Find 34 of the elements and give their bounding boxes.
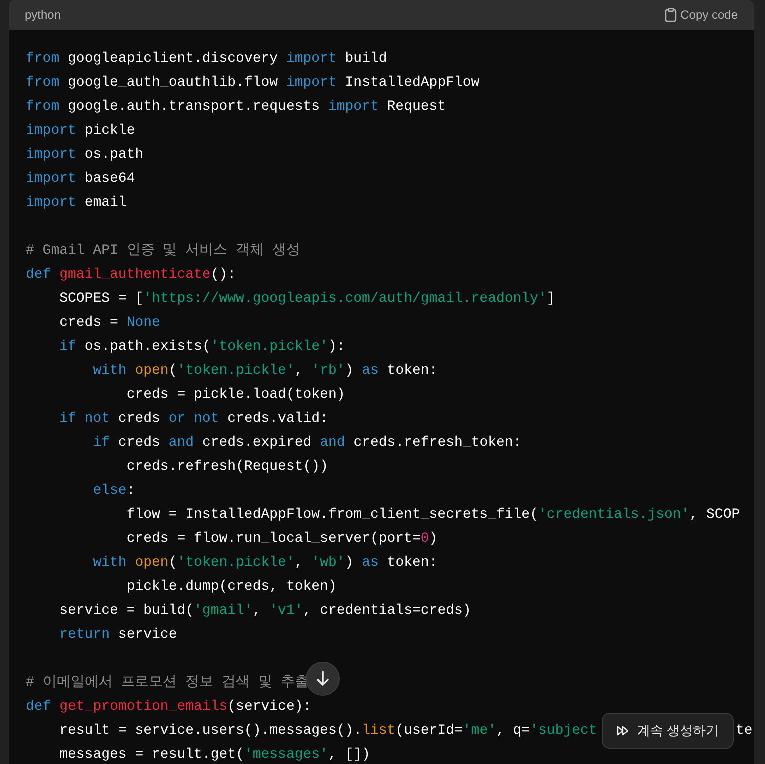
code-line: messages = result.get('messages', []) — [58, 746, 370, 764]
code-line: SCOPES = ['https://www.googleapis.com/auth/gmail.readonly'] — [58, 290, 556, 309]
code-line: from google.auth.transport.requests import Request — [26, 98, 446, 117]
code-line: if creds and creds.expired and creds.refresh_token: — [92, 434, 522, 453]
code-line: import pickle — [26, 122, 136, 141]
copy-code-button[interactable]: Copy code — [664, 6, 738, 24]
code-line: pickle.dump(creds, token) — [126, 578, 337, 597]
code-line: creds = None — [58, 314, 160, 333]
fast-forward-icon — [617, 726, 630, 736]
clipboard-icon — [664, 8, 677, 22]
code-line: def get_promotion_emails(service): — [26, 698, 312, 717]
code-line: # 이메일에서 프로모션 정보 검색 및 추출 — [26, 674, 309, 693]
code-line: flow = InstalledAppFlow.from_client_secrets_file('credentials.json', SCOP — [126, 506, 740, 525]
code-line: if os.path.exists('token.pickle'): — [58, 338, 346, 357]
code-line: with open('token.pickle', 'rb') as token: — [92, 362, 438, 381]
code-line: import os.path — [26, 146, 144, 165]
code-line: def gmail_authenticate(): — [26, 266, 236, 285]
code-line: # Gmail API 인증 및 서비스 객체 생성 — [26, 242, 300, 261]
scroll-down-button[interactable] — [306, 662, 340, 696]
code-line: return service — [58, 626, 178, 645]
code-line: if not creds or not creds.valid: — [58, 410, 328, 429]
code-line: from google_auth_oauthlib.flow import InstalledAppFlow — [26, 74, 480, 93]
code-line: from googleapiclient.discovery import build — [26, 50, 388, 69]
language-label: python — [25, 8, 62, 22]
code-line: creds = pickle.load(token) — [126, 386, 346, 405]
code-line: with open('token.pickle', 'wb') as token: — [92, 554, 438, 573]
continue-generating-button[interactable]: 계속 생성하기 — [602, 713, 734, 749]
code-line: creds = flow.run_local_server(port=0) — [126, 530, 438, 549]
code-line: import base64 — [26, 170, 136, 189]
code-line: import email — [26, 194, 127, 213]
code-line: creds.refresh(Request()) — [126, 458, 328, 477]
down-arrow-icon — [316, 671, 330, 687]
code-line: service = build('gmail', 'v1', credentials=creds) — [58, 602, 472, 621]
code-line: else: — [92, 482, 136, 501]
